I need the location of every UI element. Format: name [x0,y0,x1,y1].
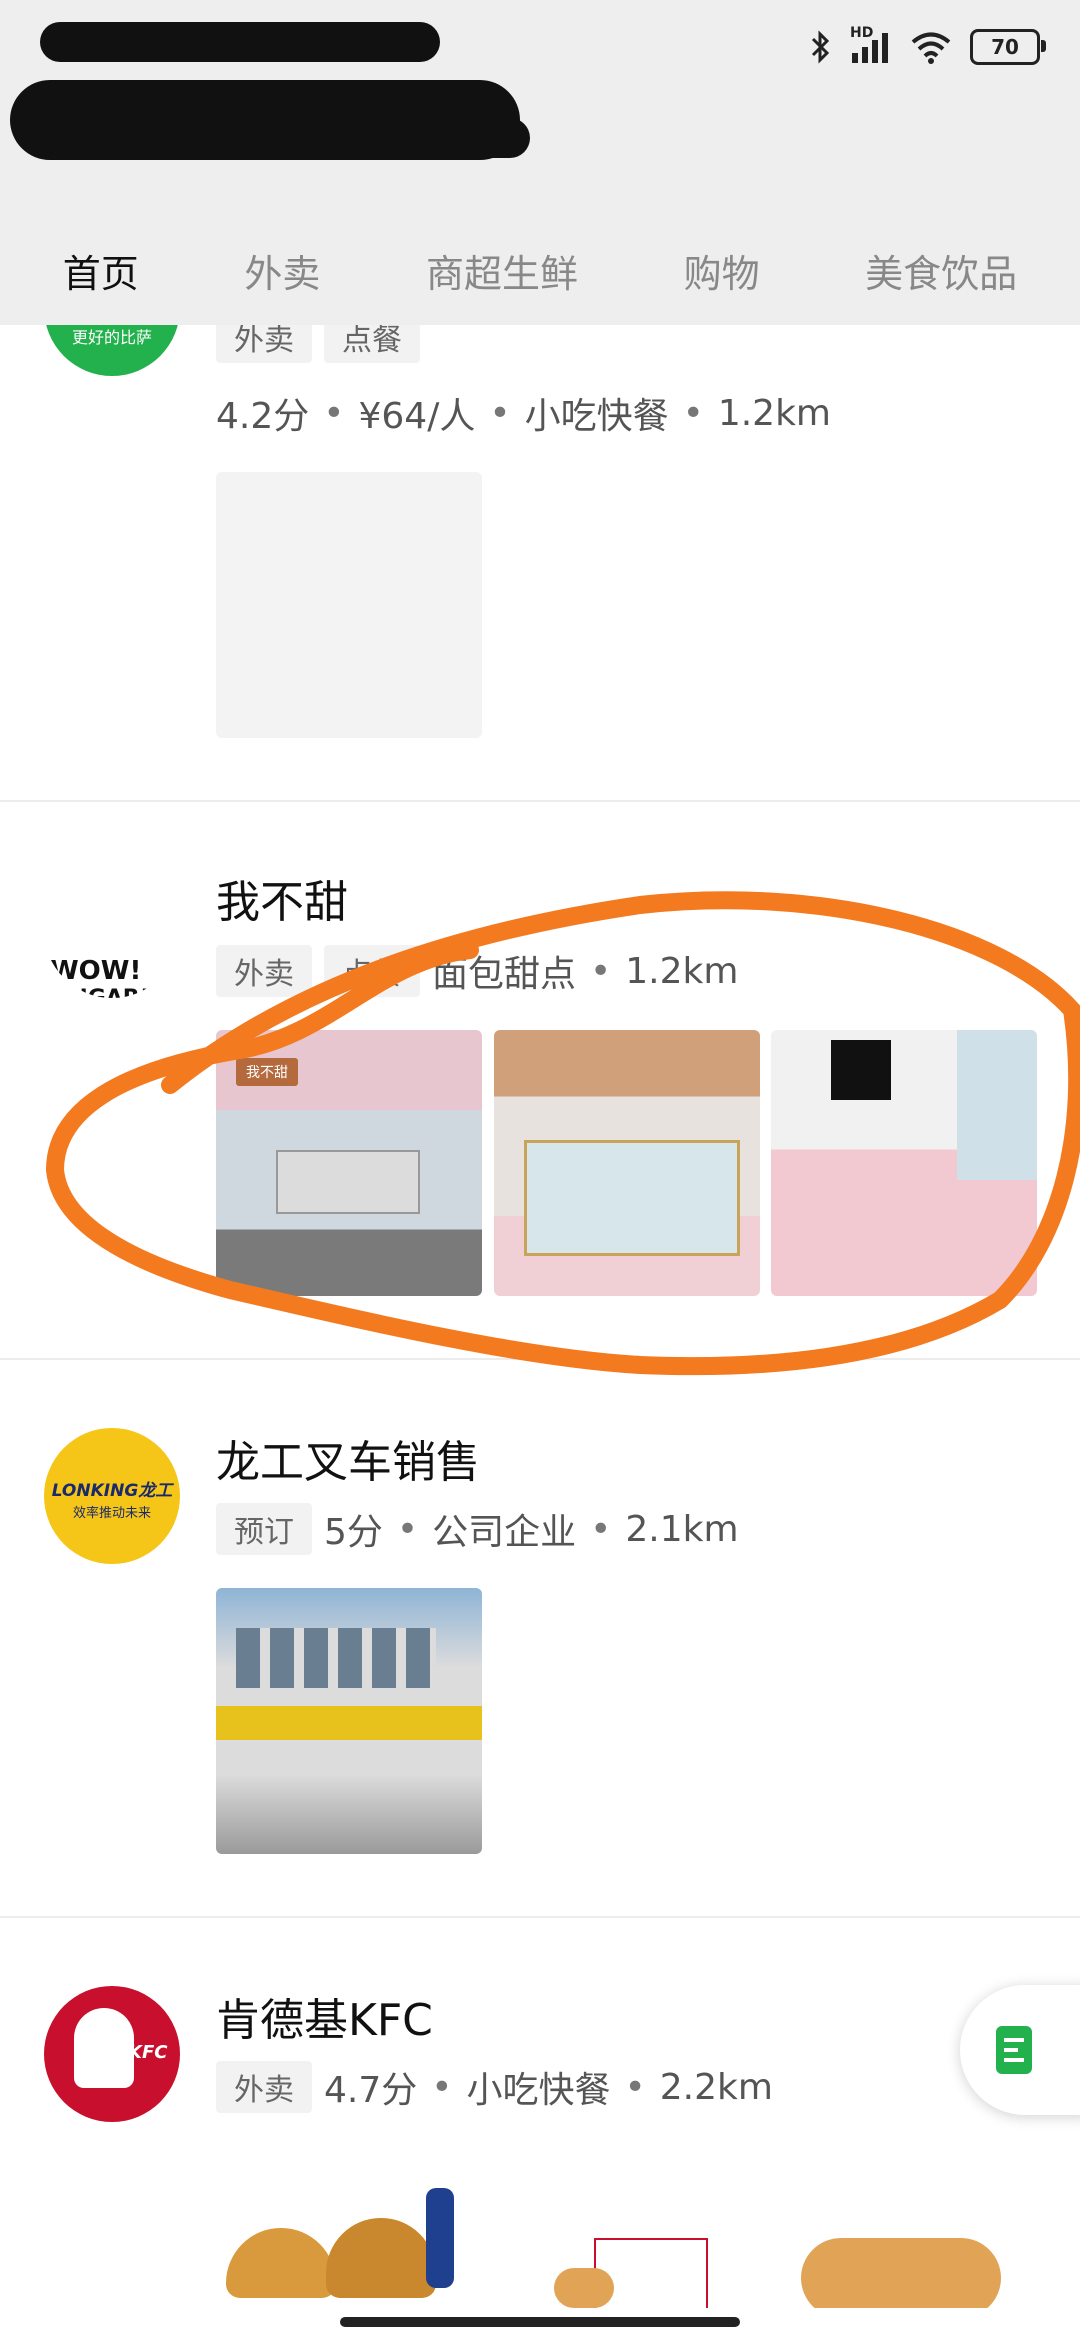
tag: 点餐 [324,945,420,997]
distance: 2.2km [659,2066,773,2108]
distance: 1.2km [717,392,831,434]
store-card[interactable]: WOW! SUGAR! 我不甜 外卖 点餐 面包甜点• 1.2km 我不甜 [0,802,1080,1358]
tab-shopping[interactable]: 购物 [684,243,760,298]
rating: 4.2分 [216,396,310,437]
store-photo[interactable] [494,2188,760,2308]
category: 小吃快餐 [466,2070,611,2111]
store-meta: 外卖 点餐 面包甜点 • 1.2km [216,945,739,997]
top-header: HD 70 首页 外卖 商超生鲜 购物 美食饮品 [0,0,1080,325]
store-logo: WOW! SUGAR! [44,862,180,998]
store-card[interactable]: KFC 肯德基KFC 外卖 4.7分 • 小吃快餐 • 2.2km [0,1918,1080,2338]
tab-grocery[interactable]: 商超生鲜 [426,243,578,298]
store-photo[interactable] [216,2188,482,2308]
distance: 2.1km [625,1508,739,1550]
store-photo[interactable] [216,1588,482,1854]
store-title[interactable]: 龙工叉车销售 [216,1426,480,1490]
tag: 外卖 [216,2061,312,2113]
shop-sign: 我不甜 [236,1058,298,1086]
status-bar: HD 70 [810,24,1046,70]
logo-text: KFC [128,2042,168,2063]
rating: 5分 [324,1512,383,1553]
store-photo[interactable] [771,1030,1037,1296]
signal-icon: HD [850,25,892,65]
logo-text: WOW! [50,956,142,986]
redacted-title [40,22,440,62]
redacted-address [30,118,530,158]
list-icon [996,2026,1032,2074]
store-logo: KFC [44,1986,180,2122]
battery-icon: 70 [970,29,1046,65]
rating: 4.7分 [324,2070,418,2111]
category: 小吃快餐 [524,396,669,437]
store-card[interactable]: LONKING龙工 效率推动未来 龙工叉车销售 预订 5分 • 公司企业 • 2.1… [0,1360,1080,1916]
logo-text: SUGAR! [54,986,180,998]
store-photo[interactable] [771,2188,1037,2308]
store-meta: 预订 5分 • 公司企业 • 2.1km [216,1503,739,1555]
logo-subtext: 效率推动未来 [72,1506,151,1521]
category: 面包甜点 [432,954,577,995]
logo-text: LONKING龙工 [51,1481,173,1501]
store-title[interactable]: 肯德基KFC [216,1984,433,2048]
store-meta: 外卖 4.7分 • 小吃快餐 • 2.2km [216,2061,773,2113]
tab-food-drink[interactable]: 美食饮品 [865,243,1017,298]
tab-takeout[interactable]: 外卖 [244,243,320,298]
battery-level: 70 [991,35,1019,59]
floating-list-button[interactable] [960,1985,1080,2115]
price: ¥64/人 [358,396,476,437]
store-photo-placeholder[interactable] [216,472,482,738]
distance: 1.2km [625,950,739,992]
bluetooth-icon [811,30,830,64]
store-photo[interactable]: 我不甜 [216,1030,482,1296]
logo-text: 更好的比萨 [71,328,152,347]
store-meta: 4.2分 • ¥64/人 • 小吃快餐 • 1.2km [216,388,831,438]
tag: 外卖 [216,945,312,997]
category: 公司企业 [432,1512,577,1553]
store-logo: LONKING龙工 效率推动未来 [44,1428,180,1564]
network-label: HD [850,25,874,41]
tag: 预订 [216,1503,312,1555]
store-photo[interactable] [494,1030,760,1296]
category-tabs: 首页 外卖 商超生鲜 购物 美食饮品 [0,235,1080,305]
home-indicator[interactable] [340,2317,740,2327]
tab-home[interactable]: 首页 [63,243,139,298]
store-title[interactable]: 我不甜 [216,866,348,930]
wifi-icon [911,32,951,64]
